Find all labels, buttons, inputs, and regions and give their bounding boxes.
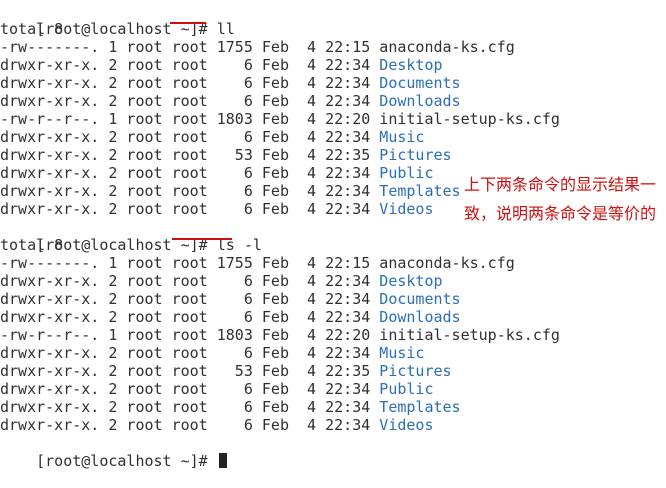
- directory-name: Public: [379, 164, 434, 182]
- listing-row: -rw-------. 1 root root 1755 Feb 4 22:15…: [0, 254, 515, 272]
- directory-name: Desktop: [379, 56, 443, 74]
- file-meta: -rw-------. 1 root root 1755 Feb 4 22:15: [0, 38, 380, 56]
- prompt-line-ll: [root@localhost ~]# ll: [0, 2, 235, 38]
- total-line: total 8: [0, 20, 64, 38]
- directory-name: Videos: [379, 416, 434, 434]
- command-underline: [170, 22, 206, 24]
- file-name: initial-setup-ks.cfg: [379, 326, 560, 344]
- listing-row: drwxr-xr-x. 2 root root 6 Feb 4 22:34 Pu…: [0, 164, 433, 182]
- file-meta: drwxr-xr-x. 2 root root 6 Feb 4 22:34: [0, 164, 380, 182]
- file-name: initial-setup-ks.cfg: [379, 110, 560, 128]
- annotation-note: 上下两条命令的显示结果一致，说明两条命令是等价的: [464, 175, 657, 223]
- file-meta: drwxr-xr-x. 2 root root 6 Feb 4 22:34: [0, 290, 380, 308]
- file-meta: -rw-r--r--. 1 root root 1803 Feb 4 22:20: [0, 326, 380, 344]
- file-meta: drwxr-xr-x. 2 root root 6 Feb 4 22:34: [0, 128, 380, 146]
- directory-name: Pictures: [379, 146, 452, 164]
- listing-row: drwxr-xr-x. 2 root root 6 Feb 4 22:34 Vi…: [0, 416, 433, 434]
- file-meta: drwxr-xr-x. 2 root root 6 Feb 4 22:34: [0, 200, 380, 218]
- directory-name: Downloads: [379, 92, 461, 110]
- listing-row: drwxr-xr-x. 2 root root 6 Feb 4 22:34 Mu…: [0, 344, 424, 362]
- terminal-window[interactable]: [root@localhost ~]# ll total 8 -rw------…: [0, 0, 666, 470]
- directory-name: Downloads: [379, 308, 461, 326]
- listing-row: drwxr-xr-x. 2 root root 53 Feb 4 22:35 P…: [0, 146, 452, 164]
- listing-row: drwxr-xr-x. 2 root root 6 Feb 4 22:34 Vi…: [0, 200, 433, 218]
- file-meta: drwxr-xr-x. 2 root root 6 Feb 4 22:34: [0, 74, 380, 92]
- listing-row: drwxr-xr-x. 2 root root 6 Feb 4 22:34 Mu…: [0, 128, 424, 146]
- text-cursor: [218, 453, 227, 468]
- listing-row: -rw-r--r--. 1 root root 1803 Feb 4 22:20…: [0, 326, 560, 344]
- listing-row: -rw-------. 1 root root 1755 Feb 4 22:15…: [0, 38, 515, 56]
- prompt-line-ls-l: [root@localhost ~]# ls -l: [0, 218, 262, 254]
- directory-name: Documents: [379, 290, 461, 308]
- listing-row: drwxr-xr-x. 2 root root 6 Feb 4 22:34 Do…: [0, 92, 461, 110]
- shell-prompt: [root@localhost ~]#: [36, 452, 217, 470]
- file-meta: drwxr-xr-x. 2 root root 6 Feb 4 22:34: [0, 398, 380, 416]
- listing-row: drwxr-xr-x. 2 root root 53 Feb 4 22:35 P…: [0, 362, 452, 380]
- directory-name: Desktop: [379, 272, 443, 290]
- file-meta: drwxr-xr-x. 2 root root 6 Feb 4 22:34: [0, 416, 380, 434]
- file-meta: drwxr-xr-x. 2 root root 53 Feb 4 22:35: [0, 362, 380, 380]
- command-ll: ll: [216, 20, 235, 38]
- listing-row: drwxr-xr-x. 2 root root 6 Feb 4 22:34 Do…: [0, 290, 461, 308]
- file-meta: -rw-------. 1 root root 1755 Feb 4 22:15: [0, 254, 380, 272]
- directory-name: Videos: [379, 200, 434, 218]
- directory-name: Templates: [379, 182, 461, 200]
- file-meta: drwxr-xr-x. 2 root root 6 Feb 4 22:34: [0, 380, 380, 398]
- directory-name: Templates: [379, 398, 461, 416]
- directory-name: Music: [379, 344, 425, 362]
- file-meta: drwxr-xr-x. 2 root root 6 Feb 4 22:34: [0, 272, 380, 290]
- file-name: anaconda-ks.cfg: [379, 254, 515, 272]
- file-meta: drwxr-xr-x. 2 root root 6 Feb 4 22:34: [0, 56, 380, 74]
- directory-name: Documents: [379, 74, 461, 92]
- directory-name: Music: [379, 128, 425, 146]
- file-meta: drwxr-xr-x. 2 root root 6 Feb 4 22:34: [0, 182, 380, 200]
- listing-row: drwxr-xr-x. 2 root root 6 Feb 4 22:34 Do…: [0, 308, 461, 326]
- file-meta: -rw-r--r--. 1 root root 1803 Feb 4 22:20: [0, 110, 380, 128]
- file-meta: drwxr-xr-x. 2 root root 6 Feb 4 22:34: [0, 344, 380, 362]
- listing-row: -rw-r--r--. 1 root root 1803 Feb 4 22:20…: [0, 110, 560, 128]
- file-meta: drwxr-xr-x. 2 root root 6 Feb 4 22:34: [0, 92, 380, 110]
- listing-row: drwxr-xr-x. 2 root root 6 Feb 4 22:34 De…: [0, 56, 443, 74]
- total-line: total 8: [0, 236, 64, 254]
- listing-row: drwxr-xr-x. 2 root root 6 Feb 4 22:34 Te…: [0, 398, 461, 416]
- listing-row: drwxr-xr-x. 2 root root 6 Feb 4 22:34 De…: [0, 272, 443, 290]
- prompt-line-current[interactable]: [root@localhost ~]#: [0, 434, 227, 470]
- listing-row: drwxr-xr-x. 2 root root 6 Feb 4 22:34 Te…: [0, 182, 461, 200]
- listing-row: drwxr-xr-x. 2 root root 6 Feb 4 22:34 Pu…: [0, 380, 433, 398]
- file-meta: drwxr-xr-x. 2 root root 53 Feb 4 22:35: [0, 146, 380, 164]
- command-underline: [172, 238, 232, 240]
- file-name: anaconda-ks.cfg: [379, 38, 515, 56]
- directory-name: Public: [379, 380, 434, 398]
- directory-name: Pictures: [379, 362, 452, 380]
- listing-row: drwxr-xr-x. 2 root root 6 Feb 4 22:34 Do…: [0, 74, 461, 92]
- file-meta: drwxr-xr-x. 2 root root 6 Feb 4 22:34: [0, 308, 380, 326]
